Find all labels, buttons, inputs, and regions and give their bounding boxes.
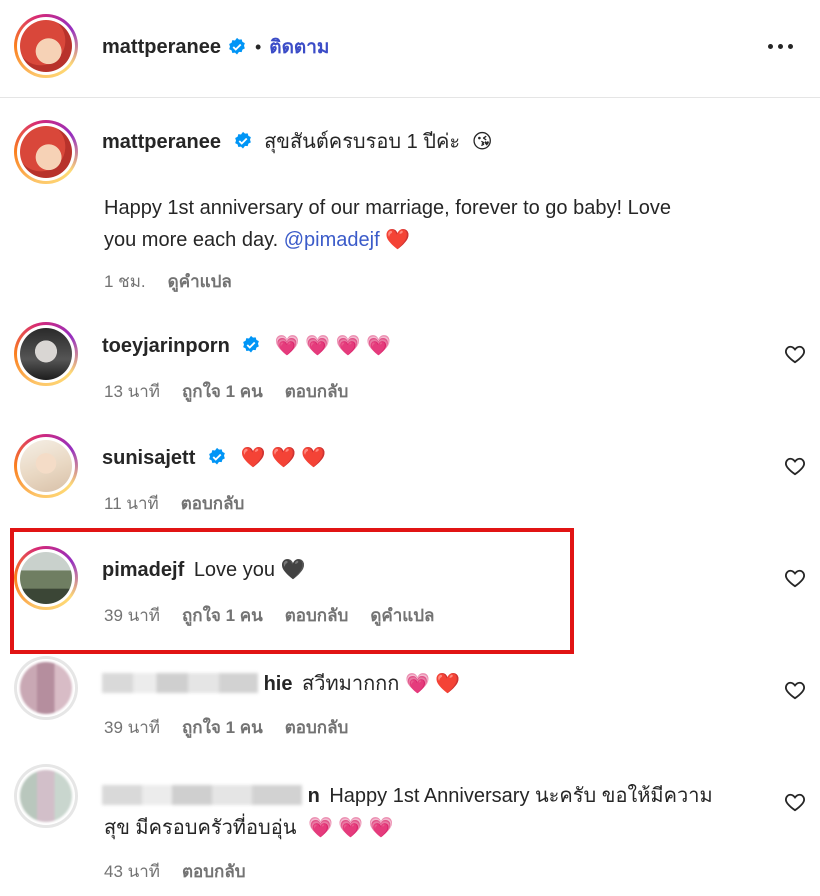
comment-time[interactable]: 11 นาที — [104, 490, 159, 517]
header-divider — [0, 97, 820, 98]
comment-line-2: สุข มีครอบครัวที่อบอุ่น 💗 💗 💗 — [104, 812, 394, 844]
black-heart-emoji: 🖤 — [280, 559, 306, 581]
caption-thai: สุขสันต์ครบรอบ 1 ปีค่ะ — [264, 131, 461, 153]
caption-line-3: you more each day. @pimadejf ❤️ — [104, 224, 410, 256]
translate-link[interactable]: ดูคำแปล — [168, 268, 232, 295]
comment-meta: 13 นาที ถูกใจ 1 คน ตอบกลับ — [104, 378, 348, 405]
heart-emoji: ❤️ — [385, 229, 411, 251]
avatar-image — [20, 770, 72, 822]
comment-text: Happy 1st Anniversary นะครับ ขอให้มีความ — [329, 785, 713, 807]
highlight-box — [10, 528, 574, 654]
caption-line-1: mattperanee สุขสันต์ครบรอบ 1 ปีค่ะ 😘 — [102, 126, 493, 158]
comment-likes[interactable]: ถูกใจ 1 คน — [182, 378, 263, 405]
caption-meta: 1 ชม. ดูคำแปล — [104, 268, 232, 295]
comment-meta: 39 นาที ถูกใจ 1 คน ตอบกลับ — [104, 714, 348, 741]
reply-button[interactable]: ตอบกลับ — [285, 714, 349, 741]
avatar-image — [20, 328, 72, 380]
comment-text: สวีทมากกก — [302, 673, 400, 695]
translate-link[interactable]: ดูคำแปล — [370, 602, 434, 629]
comment-username[interactable]: hie — [264, 673, 293, 695]
avatar-image — [20, 126, 72, 178]
comment-line: n Happy 1st Anniversary นะครับ ขอให้มีคว… — [102, 780, 713, 812]
avatar-image — [20, 552, 72, 604]
comment-username[interactable]: toeyjarinporn — [102, 335, 230, 357]
verified-badge-icon — [229, 37, 245, 55]
comment-meta: 39 นาที ถูกใจ 1 คน ตอบกลับ ดูคำแปล — [104, 602, 434, 629]
comment-meta: 43 นาที ตอบกลับ — [104, 858, 246, 885]
post-header: mattperanee • ติดตาม — [102, 34, 329, 60]
comment-avatar[interactable] — [14, 322, 78, 386]
comment-text: ❤️ ❤️ ❤️ — [240, 447, 327, 469]
comment-text: 💗 💗 💗 💗 — [274, 335, 392, 357]
comment-text: สุข มีครอบครัวที่อบอุ่น — [104, 817, 297, 839]
mention-link[interactable]: @pimadejf — [284, 229, 380, 251]
comment-line: sunisajett ❤️ ❤️ ❤️ — [102, 442, 326, 474]
caption-line-2: Happy 1st anniversary of our marriage, f… — [104, 197, 671, 219]
blurred-username — [102, 785, 302, 805]
avatar-image — [20, 662, 72, 714]
blurred-username — [102, 673, 258, 693]
comment-likes[interactable]: ถูกใจ 1 คน — [182, 714, 263, 741]
caption-username[interactable]: mattperanee — [102, 131, 221, 153]
comment-text: Love you — [193, 559, 275, 581]
more-options-icon[interactable] — [768, 44, 793, 49]
comment-username[interactable]: n — [308, 785, 320, 807]
like-heart-icon[interactable] — [784, 568, 806, 588]
separator-dot: • — [254, 36, 262, 57]
verified-badge-icon — [209, 447, 225, 465]
like-heart-icon[interactable] — [784, 456, 806, 476]
kiss-emoji: 😘 — [471, 131, 493, 153]
comment-time[interactable]: 39 นาที — [104, 714, 160, 741]
comment-time[interactable]: 39 นาที — [104, 602, 160, 629]
reply-button[interactable]: ตอบกลับ — [285, 602, 349, 629]
caption-avatar[interactable] — [14, 120, 78, 184]
comment-time[interactable]: 43 นาที — [104, 858, 160, 885]
header-username[interactable]: mattperanee — [102, 36, 221, 59]
verified-badge-icon — [234, 131, 251, 149]
comment-avatar[interactable] — [14, 656, 78, 720]
comment-time[interactable]: 13 นาที — [104, 378, 160, 405]
reply-button[interactable]: ตอบกลับ — [182, 858, 246, 885]
comment-likes[interactable]: ถูกใจ 1 คน — [182, 602, 263, 629]
like-heart-icon[interactable] — [784, 344, 806, 364]
comment-line: pimadejf Love you 🖤 — [102, 554, 305, 586]
caption-text: you more each day. — [104, 229, 279, 251]
like-heart-icon[interactable] — [784, 680, 806, 700]
heart-emoji: 💗 💗 💗 — [307, 817, 394, 839]
avatar-image — [20, 440, 72, 492]
header-avatar[interactable] — [14, 14, 78, 78]
follow-button[interactable]: ติดตาม — [269, 32, 329, 62]
heart-emoji: 💗 ❤️ — [404, 673, 461, 695]
comment-line: hie สวีทมากกก 💗 ❤️ — [102, 668, 460, 700]
reply-button[interactable]: ตอบกลับ — [285, 378, 349, 405]
comment-username[interactable]: pimadejf — [102, 559, 184, 581]
like-heart-icon[interactable] — [784, 792, 806, 812]
avatar-image — [20, 20, 72, 72]
comment-avatar[interactable] — [14, 546, 78, 610]
caption-time[interactable]: 1 ชม. — [104, 268, 146, 295]
comment-line: toeyjarinporn 💗 💗 💗 💗 — [102, 330, 391, 362]
comment-avatar[interactable] — [14, 434, 78, 498]
comment-username[interactable]: sunisajett — [102, 447, 195, 469]
reply-button[interactable]: ตอบกลับ — [181, 490, 245, 517]
verified-badge-icon — [243, 335, 260, 353]
comment-avatar[interactable] — [14, 764, 78, 828]
comment-meta: 11 นาที ตอบกลับ — [104, 490, 244, 517]
